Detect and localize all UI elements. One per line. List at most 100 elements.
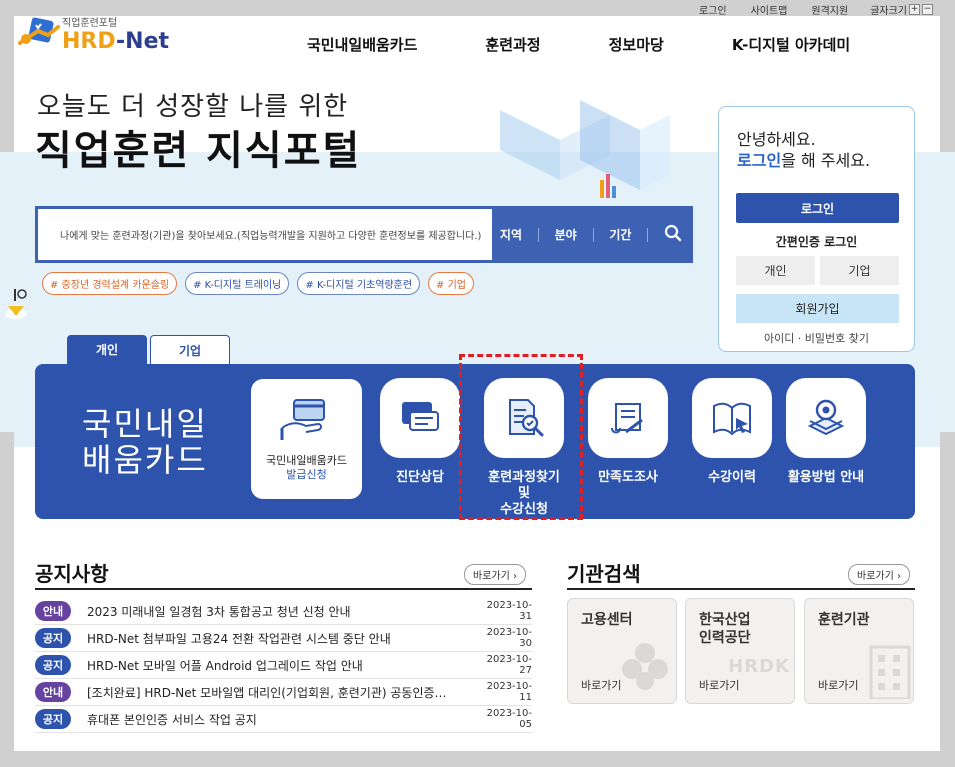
nav-item-card[interactable]: 국민내일배움카드 (307, 34, 417, 55)
font-size-label: 글자크기 (870, 6, 907, 17)
notice-badge: 공지 (35, 628, 71, 648)
filter-divider (537, 227, 539, 242)
hashtag-k-digital-basic[interactable]: # K-디지털 기초역량훈련 (297, 272, 421, 295)
utility-bar: 로그인 사이트맵 원격지원 글자크기 + − (687, 2, 933, 17)
institution-card-training-center[interactable]: 훈련기관 바로가기 (804, 598, 914, 704)
personal-auth-button[interactable]: 개인 (736, 256, 815, 285)
search-bar: 나에게 맞는 훈련과정(기관)을 찾아보세요.(직업능력개발을 지원하고 다양한… (35, 206, 693, 263)
notice-title[interactable]: HRD-Net 첨부파일 고용24 전환 작업관련 시스템 중단 안내 (87, 630, 476, 647)
logo-subtitle: 직업훈련포털 (62, 18, 118, 29)
hrd-3d-illustration (470, 70, 690, 210)
institution-divider (567, 588, 915, 590)
service-guide-label: 활용방법 안내 (787, 470, 865, 485)
sitemap-link[interactable]: 사이트맵 (739, 2, 800, 17)
notice-badge: 공지 (35, 655, 71, 675)
greeting-tail: 을 해 주세요. (781, 151, 871, 170)
hrdk-watermark-logo: HRDK (728, 656, 790, 677)
notice-row[interactable]: 공지 HRD-Net 모바일 어플 Android 업그레이드 작업 안내 20… (35, 652, 532, 679)
company-auth-button[interactable]: 기업 (820, 256, 899, 285)
nav-item-k-digital[interactable]: K-디지털 아카데미 (732, 34, 850, 55)
notice-title[interactable]: [조치완료] HRD-Net 모바일앱 대리인(기업회원, 훈련기관) 공동인증… (87, 684, 476, 701)
institution-name-line2: 인력공단 (699, 630, 751, 646)
notice-title[interactable]: HRD-Net 모바일 어플 Android 업그레이드 작업 안내 (87, 657, 476, 674)
search-input[interactable]: 나에게 맞는 훈련과정(기관)을 찾아보세요.(직업능력개발을 지원하고 다양한… (38, 209, 492, 260)
find-id-password-link[interactable]: 아이디 · 비밀번호 찾기 (719, 330, 914, 346)
card-apply-label-line1: 국민내일배움카드 (266, 454, 347, 467)
service-guide[interactable]: 활용방법 안내 (786, 378, 866, 486)
filter-period[interactable]: 기간 (609, 226, 631, 243)
search-filters: 지역 분야 기간 (492, 209, 690, 260)
notice-row[interactable]: 안내 [조치완료] HRD-Net 모바일앱 대리인(기업회원, 훈련기관) 공… (35, 679, 532, 706)
login-button[interactable]: 로그인 (736, 193, 899, 223)
user-type-tabs: 개인 기업 (67, 335, 230, 364)
card-hand-icon (276, 394, 336, 446)
filter-field[interactable]: 분야 (555, 226, 577, 243)
panel-title-line1: 국민내일 (82, 405, 208, 443)
card-apply-button[interactable]: 국민내일배움카드 발급신청 (251, 379, 362, 499)
notice-row[interactable]: 공지 HRD-Net 첨부파일 고용24 전환 작업관련 시스템 중단 안내 2… (35, 625, 532, 652)
notice-date: 2023-10-11 (486, 681, 532, 703)
simple-auth-label: 간편인증 로그인 (775, 235, 858, 249)
institution-card-hrdk[interactable]: 한국산업 인력공단 바로가기 HRDK (685, 598, 795, 704)
notice-row[interactable]: 안내 2023 미래내일 일경험 3차 통합공고 청년 신청 안내 2023-1… (35, 598, 532, 625)
login-link[interactable]: 로그인 (687, 2, 739, 17)
site-logo[interactable]: 직업훈련포털 HRD-Net (18, 14, 169, 54)
tab-company[interactable]: 기업 (150, 335, 230, 364)
font-increase-button[interactable]: + (909, 4, 920, 15)
notice-row[interactable]: 공지 휴대폰 본인인증 서비스 작업 공지 2023-10-05 (35, 706, 532, 733)
institution-name: 한국산업 인력공단 (699, 611, 751, 647)
nav-item-course[interactable]: 훈련과정 (485, 34, 540, 55)
hashtag-list: # 중장년 경력설계 카운슬링 # K-디지털 트레이닝 # K-디지털 기초역… (42, 272, 475, 295)
login-greeting: 안녕하세요. 로그인을 해 주세요. (737, 129, 870, 171)
notice-title[interactable]: 2023 미래내일 일경험 3차 통합공고 청년 신청 안내 (87, 603, 476, 620)
notice-date: 2023-10-31 (486, 600, 532, 622)
institution-card-employment-center[interactable]: 고용센터 바로가기 (567, 598, 677, 704)
service-diagnosis-label: 진단상담 (396, 470, 444, 485)
employment-center-watermark-icon (620, 641, 670, 695)
remote-support-link[interactable]: 원격지원 (799, 2, 860, 17)
notice-date: 2023-10-27 (486, 654, 532, 676)
logo-title: HRD-Net (62, 29, 169, 54)
logo-net: -Net (116, 29, 170, 54)
service-history[interactable]: 수강이력 (692, 378, 772, 486)
font-decrease-button[interactable]: − (922, 4, 933, 15)
hashtag-k-digital-training[interactable]: # K-디지털 트레이닝 (185, 272, 290, 295)
notice-badge: 안내 (35, 682, 71, 702)
notice-badge: 공지 (35, 709, 71, 729)
signup-button[interactable]: 회원가입 (736, 294, 899, 323)
greeting-line2: 로그인을 해 주세요. (737, 150, 870, 171)
notice-more-button[interactable]: 바로가기 › (464, 564, 526, 585)
logo-icon (18, 17, 62, 51)
filter-divider (647, 227, 649, 242)
login-panel: 안녕하세요. 로그인을 해 주세요. 로그인 간편인증 로그인 개인 기업 회원… (718, 106, 915, 352)
notice-section-title: 공지사항 (35, 562, 109, 586)
institution-go-link[interactable]: 바로가기 (581, 677, 621, 693)
institution-go-link[interactable]: 바로가기 (818, 677, 858, 693)
side-decoration-icon (4, 286, 34, 322)
institution-more-button[interactable]: 바로가기 › (848, 564, 910, 585)
hero-title: 직업훈련 지식포털 (35, 128, 362, 174)
hashtag-company[interactable]: # 기업 (428, 272, 475, 295)
nav-item-info[interactable]: 정보마당 (609, 34, 664, 55)
hashtag-midcareer[interactable]: # 중장년 경력설계 카운슬링 (42, 272, 178, 295)
institution-name-line1: 한국산업 (699, 612, 751, 628)
filter-region[interactable]: 지역 (500, 226, 522, 243)
card-apply-label-line2: 발급신청 (286, 468, 327, 481)
search-icon[interactable] (664, 224, 682, 245)
card-apply-label: 국민내일배움카드 발급신청 (251, 454, 362, 482)
service-diagnosis[interactable]: 진단상담 (380, 378, 460, 486)
help-chat-icon (380, 378, 460, 458)
institution-go-link[interactable]: 바로가기 (699, 677, 739, 693)
service-survey[interactable]: 만족도조사 (588, 378, 668, 486)
service-history-label: 수강이력 (708, 470, 756, 485)
tab-personal[interactable]: 개인 (67, 335, 147, 364)
filter-divider (592, 227, 594, 242)
institution-section-title: 기관검색 (567, 562, 641, 586)
notice-date: 2023-10-30 (486, 627, 532, 649)
survey-scroll-icon (588, 378, 668, 458)
panel-title: 국민내일 배움카드 (82, 406, 208, 478)
greeting-login-word: 로그인 (737, 151, 782, 170)
notice-title[interactable]: 휴대폰 본인인증 서비스 작업 공지 (87, 711, 476, 728)
institution-more-label: 바로가기 (857, 571, 894, 582)
logo-text: 직업훈련포털 HRD-Net (62, 14, 169, 54)
